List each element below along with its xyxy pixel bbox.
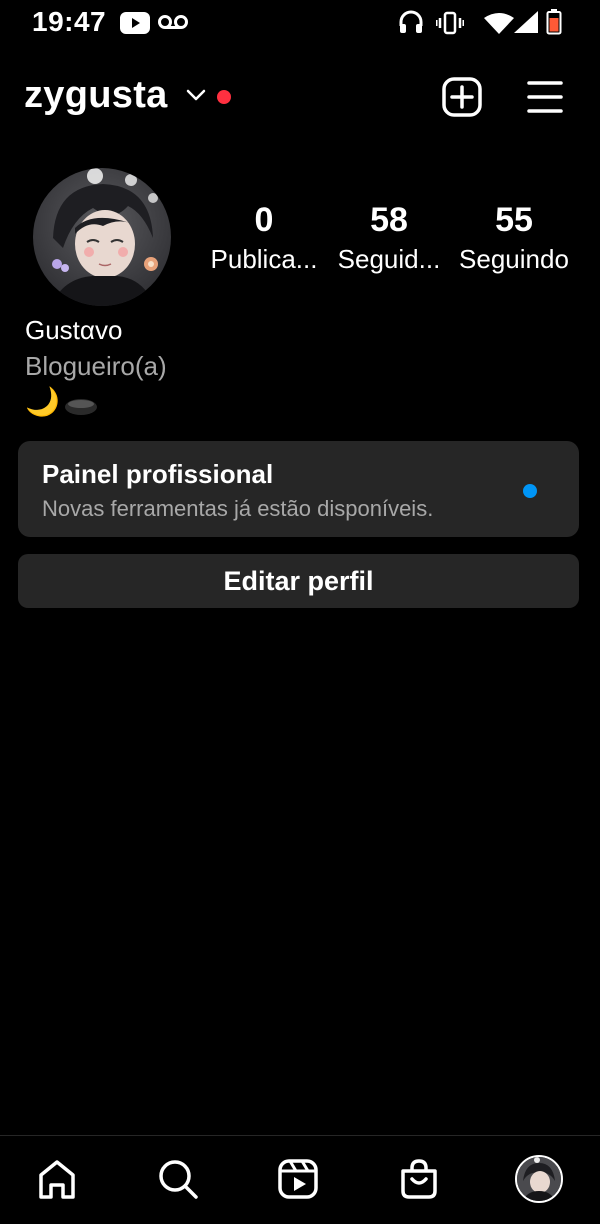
nav-search[interactable] [153,1154,203,1204]
profile-avatar-small [515,1155,563,1203]
menu-icon[interactable] [527,80,563,114]
profile-avatar[interactable] [33,168,171,306]
chevron-down-icon[interactable] [186,88,206,102]
stat-followers[interactable]: 58 Seguid... [324,200,454,276]
moon-emoji: 🌙 [25,386,60,417]
display-name: Gustαvo [25,315,123,345]
professional-dashboard[interactable]: Painel profissional Novas ferramentas já… [18,441,579,537]
vibrate-icon [436,11,464,35]
voicemail-icon [158,15,188,29]
following-count: 55 [495,201,533,239]
home-icon [39,1160,75,1199]
search-icon [159,1160,198,1199]
following-label: Seguindo [459,244,569,274]
followers-label: Seguid... [337,244,441,274]
new-indicator-dot [523,484,537,498]
bio: 🌙 [25,386,98,418]
headphones-icon [399,10,423,33]
signal-icon [514,11,538,33]
pro-dashboard-subtitle: Novas ferramentas já estão disponíveis. [42,496,434,521]
youtube-icon [120,12,150,34]
status-bar: 19:47 [0,0,600,48]
new-post-icon[interactable] [442,77,482,117]
shop-icon [401,1159,437,1199]
edit-profile-button[interactable]: Editar perfil [18,554,579,608]
stat-posts[interactable]: 0 Publica... [199,200,329,276]
black-circle-emoji [65,398,98,415]
account-username[interactable]: zygusta [24,74,168,117]
battery-icon [546,9,562,35]
nav-home[interactable] [32,1154,82,1204]
nav-shop[interactable] [394,1154,444,1204]
notification-dot [217,90,231,104]
followers-count: 58 [370,201,408,239]
profile-category: Blogueiro(a) [25,351,167,381]
nav-reels[interactable] [273,1154,323,1204]
posts-label: Publica... [210,244,318,274]
bottom-navigation [0,1135,600,1224]
stat-following[interactable]: 55 Seguindo [449,200,579,276]
posts-count: 0 [254,201,274,239]
wifi-icon [484,13,514,34]
status-time: 19:47 [32,6,107,37]
pro-dashboard-title: Painel profissional [42,459,274,489]
reels-icon [278,1159,318,1199]
nav-profile[interactable] [514,1154,564,1204]
